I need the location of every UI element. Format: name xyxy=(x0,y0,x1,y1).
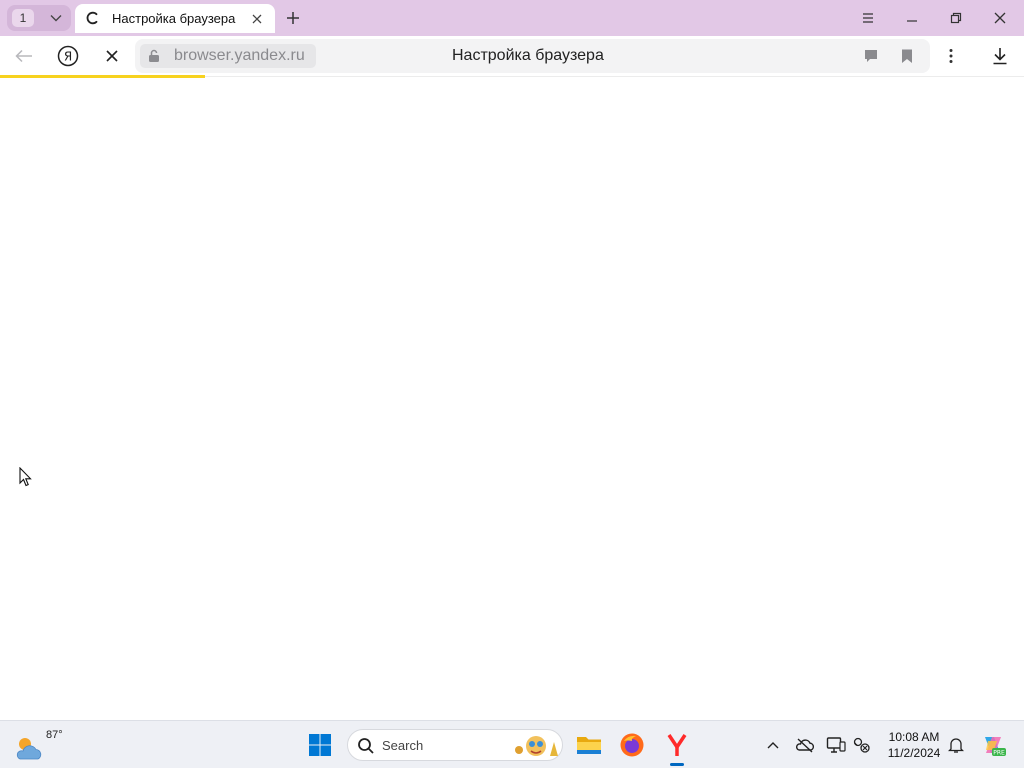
folder-icon xyxy=(577,737,601,754)
windows-logo-icon xyxy=(309,734,331,756)
browser-toolbar: Я browser.yandex.ru Настройка браузера xyxy=(0,36,1024,76)
display-settings-icon[interactable] xyxy=(826,735,846,755)
page-content xyxy=(0,79,1024,720)
comment-icon[interactable] xyxy=(863,48,879,64)
firefox-button[interactable] xyxy=(614,727,650,763)
network-status-icon[interactable] xyxy=(852,735,872,755)
minimize-icon xyxy=(907,20,917,22)
svg-text:PRE: PRE xyxy=(993,750,1005,757)
copilot-icon[interactable]: PRE xyxy=(980,732,1006,758)
search-placeholder: Search xyxy=(382,738,424,753)
title-bar: 1 Настройка браузера xyxy=(0,0,1024,36)
partly-cloudy-icon xyxy=(16,738,42,760)
search-icon xyxy=(357,737,375,755)
minimize-button[interactable] xyxy=(890,0,934,36)
system-clock[interactable]: 10:08 AM 11/2/2024 xyxy=(876,729,952,761)
yandex-logo-icon: Я xyxy=(57,45,79,67)
windows-taskbar: 87° Search 10:08 AM 11/2/2024 PRE xyxy=(0,720,1024,768)
tab-group-switcher[interactable]: 1 xyxy=(7,5,71,31)
chevron-down-icon[interactable] xyxy=(45,9,67,27)
browser-menu-button[interactable] xyxy=(846,0,890,36)
back-button[interactable] xyxy=(10,42,38,70)
tab-close-icon[interactable] xyxy=(250,12,264,26)
stop-loading-button[interactable] xyxy=(98,42,126,70)
mouse-cursor-icon xyxy=(19,466,33,487)
more-options-button[interactable] xyxy=(937,42,965,70)
downloads-button[interactable] xyxy=(986,42,1014,70)
bookmark-icon[interactable] xyxy=(899,48,915,64)
restore-icon xyxy=(950,12,962,24)
weather-temperature: 87° xyxy=(46,729,63,741)
plus-icon xyxy=(287,12,299,24)
tab-active[interactable]: Настройка браузера xyxy=(75,4,275,33)
yandex-browser-button[interactable] xyxy=(659,727,695,763)
clock-date: 11/2/2024 xyxy=(887,746,941,760)
firefox-icon xyxy=(620,733,644,757)
domain-text: browser.yandex.ru xyxy=(174,47,305,64)
new-tab-button[interactable] xyxy=(282,7,304,29)
lock-icon xyxy=(147,49,161,63)
page-load-progress-fill xyxy=(0,75,205,78)
download-icon xyxy=(993,48,1007,65)
search-highlight-icon xyxy=(514,732,562,760)
close-icon xyxy=(994,12,1006,24)
tab-count-badge[interactable]: 1 xyxy=(12,9,34,27)
weather-widget[interactable]: 87° xyxy=(14,727,64,763)
restore-button[interactable] xyxy=(934,0,978,36)
arrow-left-icon xyxy=(15,49,32,63)
file-explorer-button[interactable] xyxy=(571,727,607,763)
onedrive-offline-icon[interactable] xyxy=(795,735,815,755)
yandex-home-button[interactable]: Я xyxy=(54,42,82,70)
start-button[interactable] xyxy=(302,727,338,763)
show-hidden-icons-chevron-icon[interactable] xyxy=(763,735,783,755)
kebab-menu-icon xyxy=(949,49,953,63)
address-bar[interactable]: browser.yandex.ru Настройка браузера xyxy=(135,39,930,73)
menu-icon xyxy=(863,13,873,23)
omnibox-page-title: Настройка браузера xyxy=(452,47,604,64)
loading-spinner-icon xyxy=(85,11,99,25)
site-info-chip[interactable]: browser.yandex.ru xyxy=(140,44,316,68)
stop-icon xyxy=(106,50,118,62)
clock-time: 10:08 AM xyxy=(888,730,940,744)
active-app-indicator xyxy=(670,763,684,766)
tab-title: Настройка браузера xyxy=(112,11,236,26)
close-window-button[interactable] xyxy=(978,0,1022,36)
yandex-browser-icon xyxy=(667,734,687,756)
svg-text:Я: Я xyxy=(64,50,72,64)
notification-bell-icon[interactable] xyxy=(946,735,966,755)
taskbar-search[interactable]: Search xyxy=(347,729,563,761)
